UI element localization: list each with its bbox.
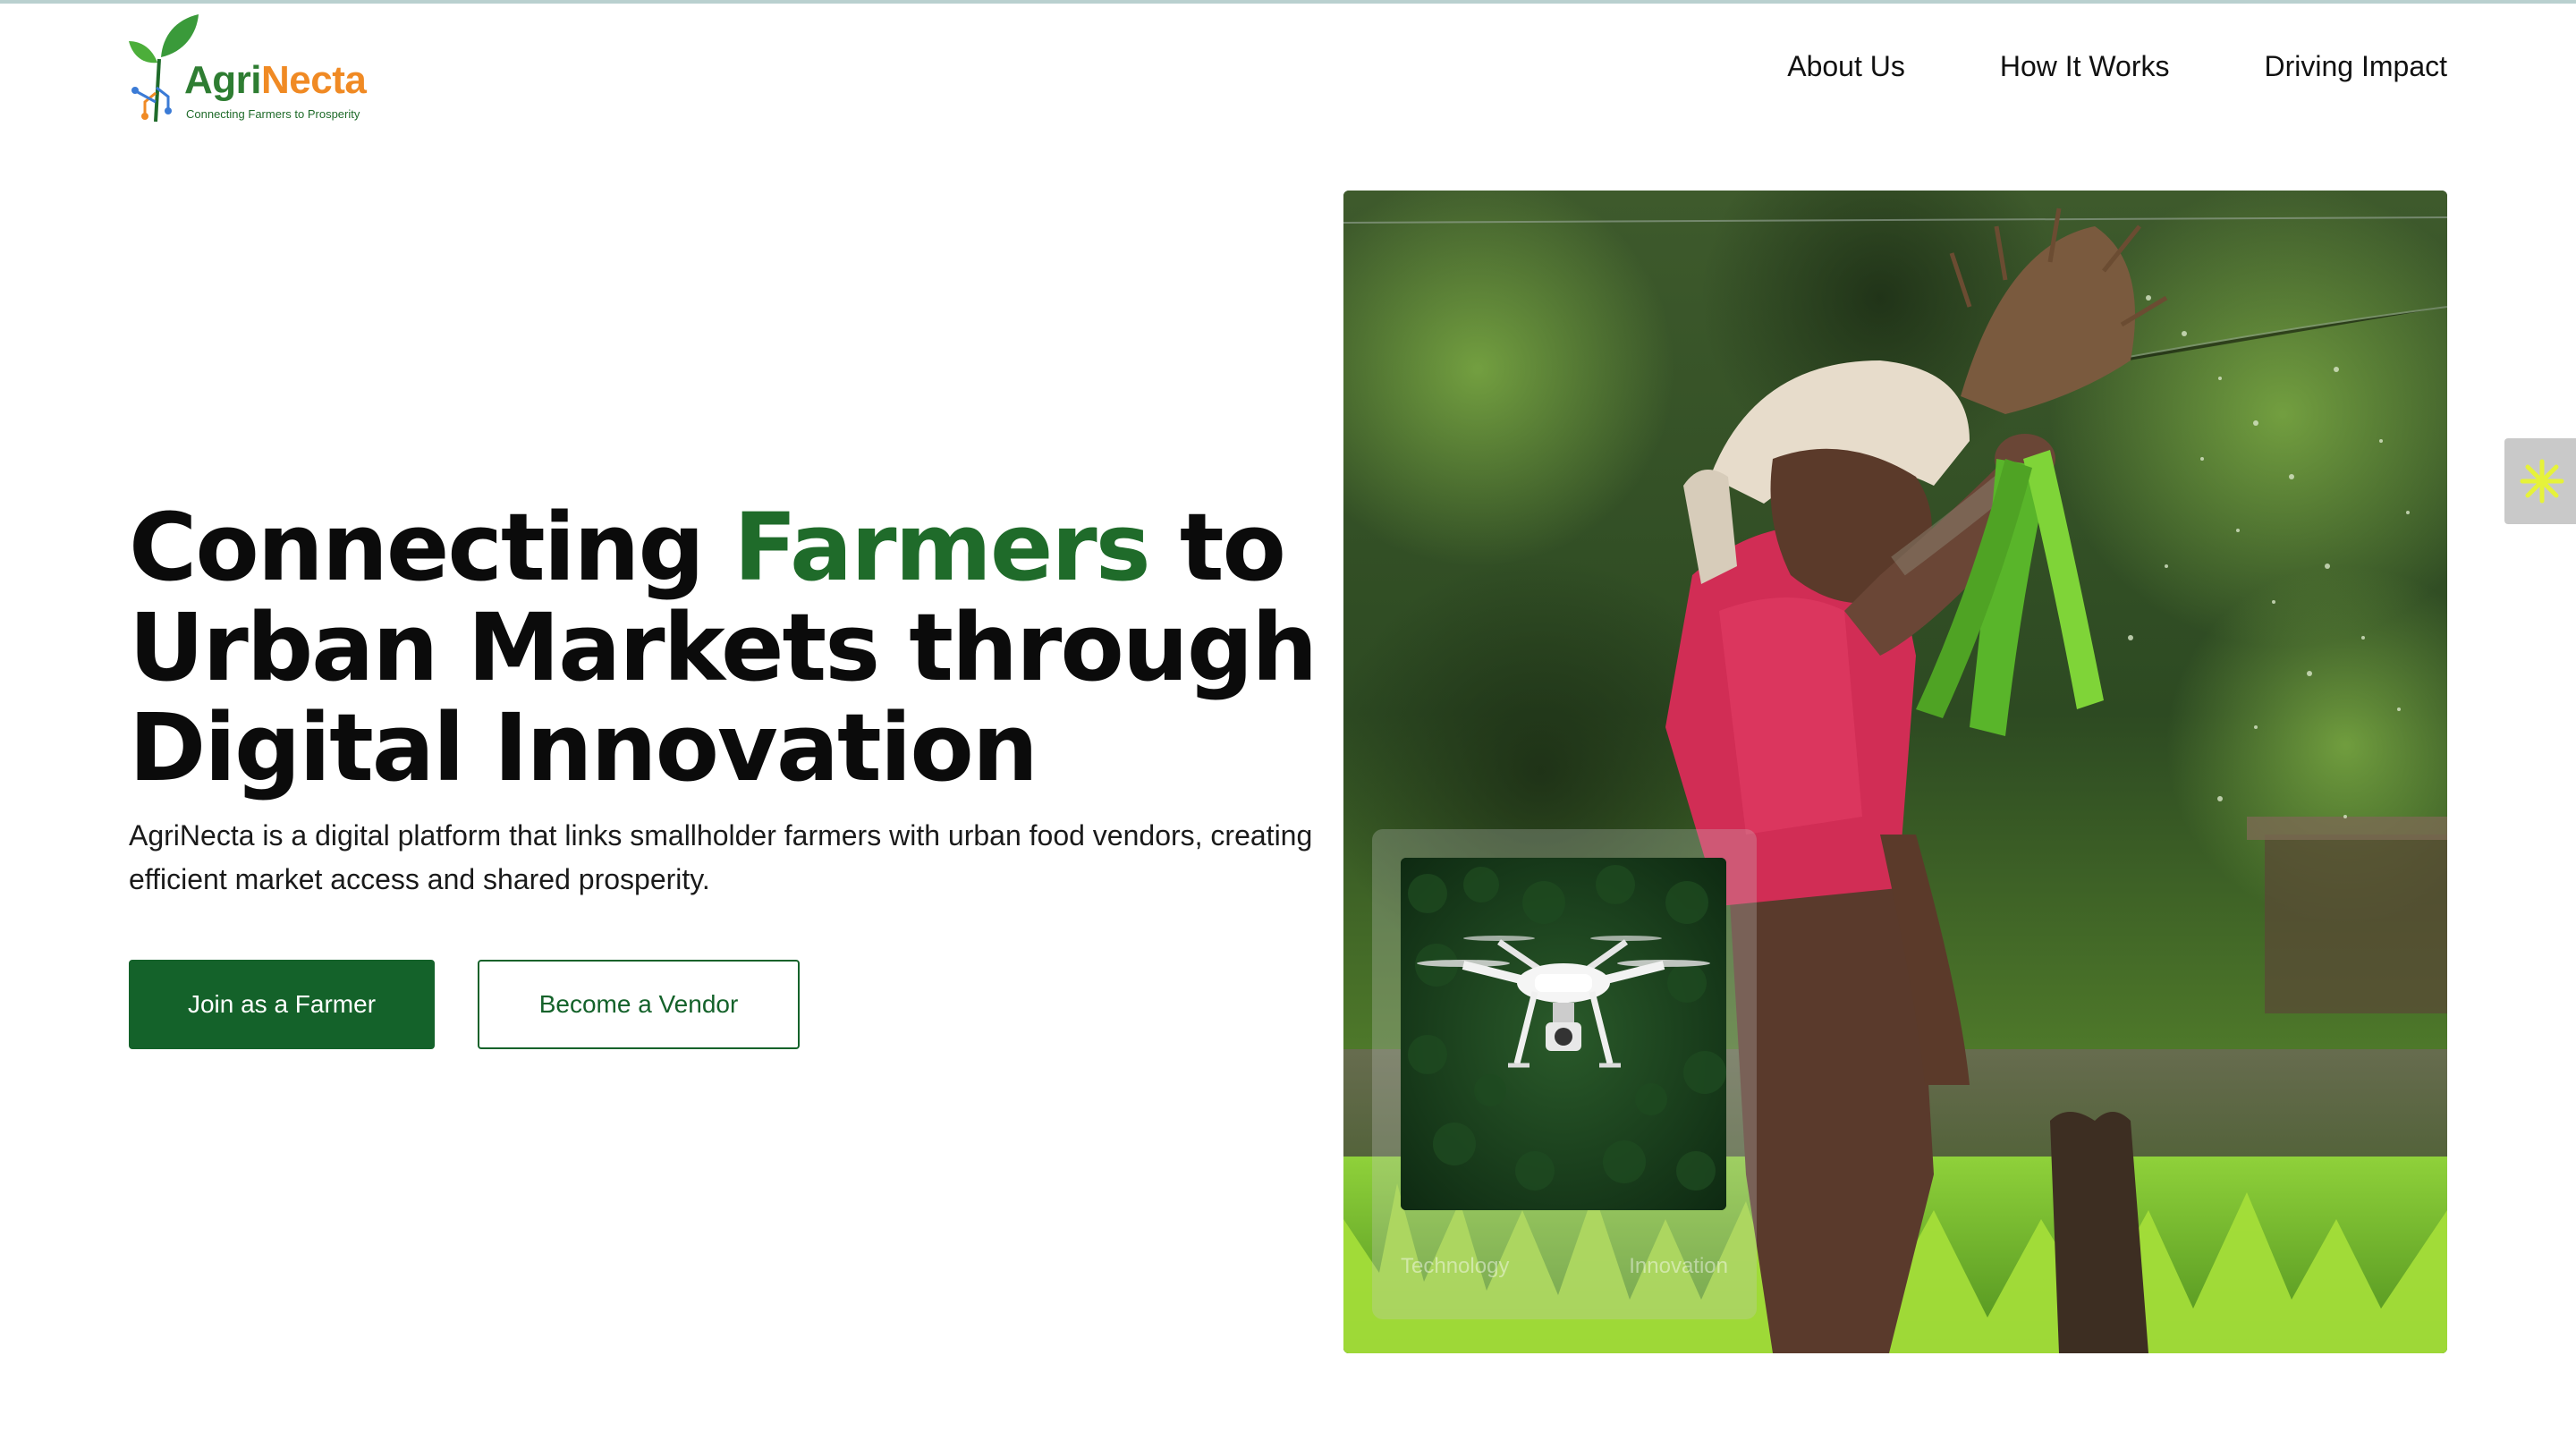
accessibility-widget-button[interactable] xyxy=(2504,438,2576,524)
card-label-technology: Technology xyxy=(1401,1254,1510,1278)
nav-link-driving-impact[interactable]: Driving Impact xyxy=(2265,50,2448,83)
asterisk-icon xyxy=(2520,459,2564,504)
join-as-farmer-button[interactable]: Join as a Farmer xyxy=(129,960,435,1049)
logo-wordmark: AgriNecta xyxy=(184,58,367,102)
logo-tagline: Connecting Farmers to Prosperity xyxy=(186,107,360,121)
become-vendor-button[interactable]: Become a Vendor xyxy=(478,960,800,1049)
technology-card: Technology Innovation xyxy=(1372,829,1757,1319)
drone-photo xyxy=(1401,858,1726,1210)
page: AgriNecta Connecting Farmers to Prosperi… xyxy=(0,0,2576,1449)
hero-image-farmer-planting: Technology Innovation xyxy=(1343,191,2447,1353)
hero-title-part1: Connecting xyxy=(129,493,734,602)
nav-link-about-us[interactable]: About Us xyxy=(1787,50,1905,83)
hero-title-highlight: Farmers xyxy=(733,493,1151,602)
card-label-innovation: Innovation xyxy=(1629,1254,1728,1278)
drone-icon xyxy=(1401,858,1726,1210)
top-divider xyxy=(0,0,2576,4)
main-nav: About Us How It Works Driving Impact xyxy=(1787,50,2447,83)
logo[interactable]: AgriNecta Connecting Farmers to Prosperi… xyxy=(129,13,379,125)
hero-description: AgriNecta is a digital platform that lin… xyxy=(129,819,1313,895)
hero-title: Connecting Farmers to Urban Markets thro… xyxy=(129,497,1327,798)
nav-link-how-it-works[interactable]: How It Works xyxy=(2000,50,2170,83)
